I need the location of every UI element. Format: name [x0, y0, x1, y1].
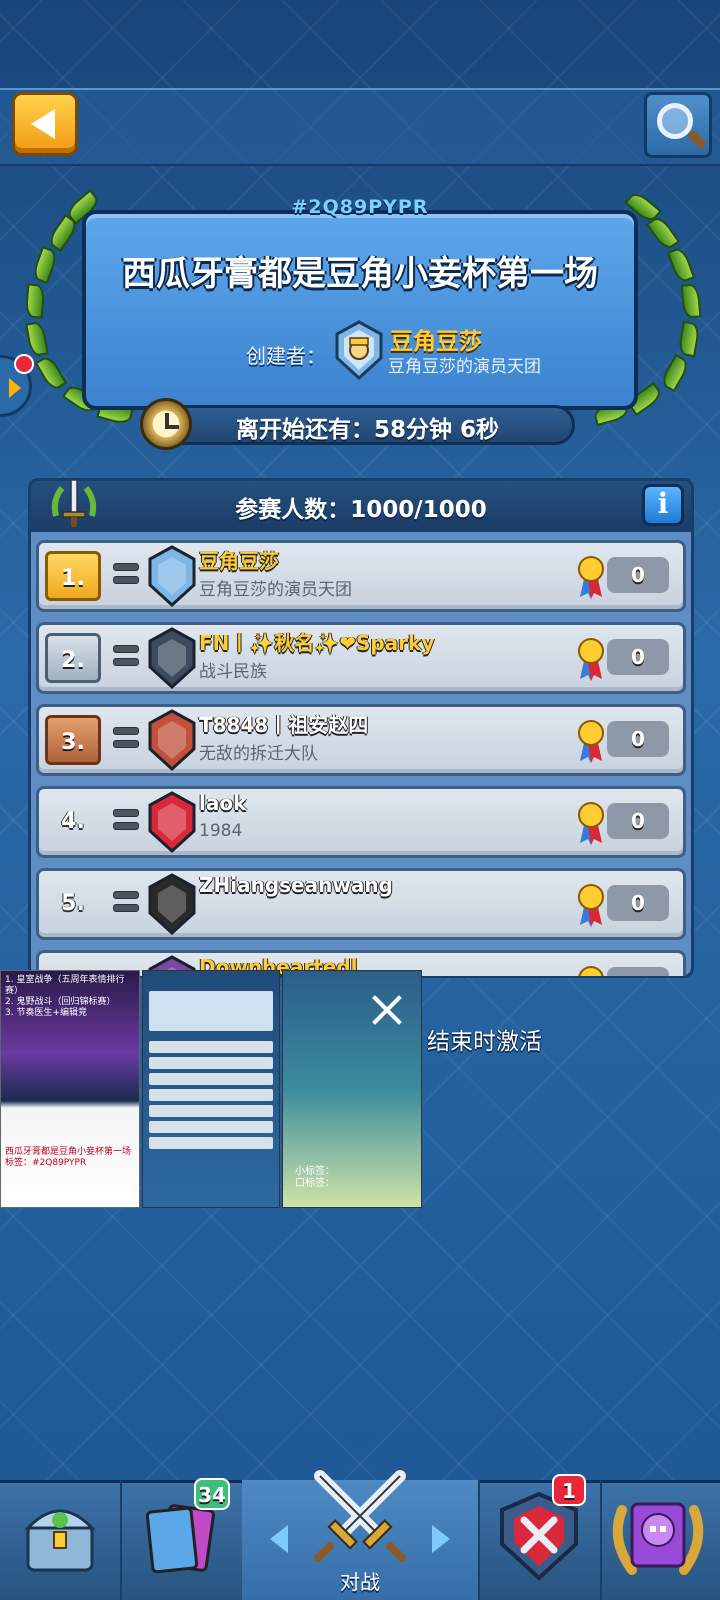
tournament-trophy-icon[interactable]: [606, 1490, 710, 1582]
floating-thumbnails[interactable]: 1. 皇室战争（五周年表情排行赛） 2. 鬼野战斗（回归锦标赛） 3. 节奏医生…: [0, 970, 424, 1210]
rank-number: 5.: [61, 891, 85, 916]
close-icon[interactable]: [369, 991, 405, 1027]
player-score: 0: [607, 967, 669, 976]
nav-right-arrow-icon[interactable]: [432, 1525, 450, 1553]
player-name: laok: [199, 791, 247, 815]
thumbnail-poster-footer: 西瓜牙膏都是豆角小妾杯第一场 标签：#2Q89PYPR: [5, 1147, 132, 1168]
rank-unchanged-icon: [113, 891, 139, 917]
medal-icon: [578, 720, 604, 763]
player-clan: 1984: [199, 821, 243, 841]
nav-battle-label[interactable]: 对战: [242, 1566, 478, 1595]
thumbnail-poster[interactable]: 1. 皇室战争（五周年表情排行赛） 2. 鬼野战斗（回归锦标赛） 3. 节奏医生…: [0, 970, 140, 1208]
back-arrow-icon: [31, 109, 55, 139]
rank-number: 2.: [45, 633, 101, 683]
rank-number: 4.: [61, 809, 85, 834]
shop-chest-icon[interactable]: [20, 1492, 100, 1580]
creator-clan-badge-icon[interactable]: [333, 320, 385, 380]
tournament-title: 西瓜牙膏都是豆角小妾杯第一场: [122, 254, 598, 294]
rank-unchanged-icon: [113, 563, 139, 589]
thumbnail-chat[interactable]: 小标签： 口标签：: [282, 970, 422, 1208]
rank-number: 1.: [45, 551, 101, 601]
medal-icon: [578, 638, 604, 681]
leaderboard-row[interactable]: 2. FN丨✨秋名✨❤Sparky 战斗民族 0: [36, 622, 686, 694]
player-score: 0: [607, 803, 669, 839]
leaderboard-row[interactable]: 1. 豆角豆莎 豆角豆莎的演员天团 0: [36, 540, 686, 612]
medal-icon: [578, 556, 604, 599]
player-name: 豆角豆莎: [199, 549, 279, 573]
clan-notification-badge: 1: [552, 1474, 586, 1506]
creator-name[interactable]: 豆角豆莎: [390, 322, 482, 356]
leaderboard-row[interactable]: 3. T8848丨祖安赵四 无敌的拆迁大队 0: [36, 704, 686, 776]
player-name: T8848丨祖安赵四: [199, 713, 369, 737]
countdown-text: 离开始还有：58分钟 6秒: [235, 417, 500, 443]
leaderboard-row[interactable]: 4. laok 1984 0: [36, 786, 686, 858]
rank-unchanged-icon: [113, 809, 139, 835]
thumbnail-leaderboard[interactable]: [142, 970, 280, 1208]
clan-badge-icon: [148, 627, 196, 689]
thumbnail-poster-text: 1. 皇室战争（五周年表情排行赛） 2. 鬼野战斗（回归锦标赛） 3. 节奏医生…: [5, 975, 125, 1018]
player-clan: 豆角豆莎的演员天团: [199, 580, 352, 600]
medal-icon: [578, 802, 604, 845]
participant-count: 参赛人数：1000/1000: [235, 497, 487, 523]
player-score: 0: [607, 557, 669, 593]
cards-count-badge: 34: [194, 1478, 230, 1510]
medal-icon: [578, 966, 604, 976]
player-clan: 战斗民族: [199, 662, 267, 682]
tournament-banner: [82, 210, 638, 410]
creator-clan: 豆角豆莎的演员天团: [388, 357, 541, 377]
clan-badge-icon: [148, 545, 196, 607]
rank-unchanged-icon: [113, 645, 139, 671]
player-name: ZHiangseanwang: [199, 873, 393, 897]
nav-left-arrow-icon[interactable]: [270, 1525, 288, 1553]
creator-label: 创建者：: [246, 344, 326, 368]
top-bar: [0, 88, 720, 166]
tournament-tag[interactable]: #2Q89PYPR: [0, 196, 720, 218]
thumbnail-chat-text: 小标签： 口标签：: [295, 1166, 335, 1189]
leaderboard-row[interactable]: 5. ZHiangseanwang 0: [36, 868, 686, 940]
rank-unchanged-icon: [113, 727, 139, 753]
clan-badge-icon: [148, 709, 196, 771]
clan-badge-icon: [148, 873, 196, 935]
player-score: 0: [607, 885, 669, 921]
info-button[interactable]: i: [642, 484, 684, 526]
medal-icon: [578, 884, 604, 927]
player-score: 0: [607, 721, 669, 757]
end-activate-text: 结束时激活: [427, 1029, 542, 1055]
search-button[interactable]: [644, 92, 712, 158]
player-score: 0: [607, 639, 669, 675]
clan-badge-icon: [148, 791, 196, 853]
player-clan: 无敌的拆迁大队: [199, 744, 318, 764]
rank-number: 3.: [45, 715, 101, 765]
player-name: FN丨✨秋名✨❤Sparky: [199, 631, 435, 655]
leaderboard-list: 1. 豆角豆莎 豆角豆莎的演员天团 0 2. FN丨✨秋名✨❤Sparky 战斗…: [36, 540, 686, 976]
back-button[interactable]: [12, 92, 78, 156]
crossed-swords-icon[interactable]: [306, 1466, 414, 1566]
